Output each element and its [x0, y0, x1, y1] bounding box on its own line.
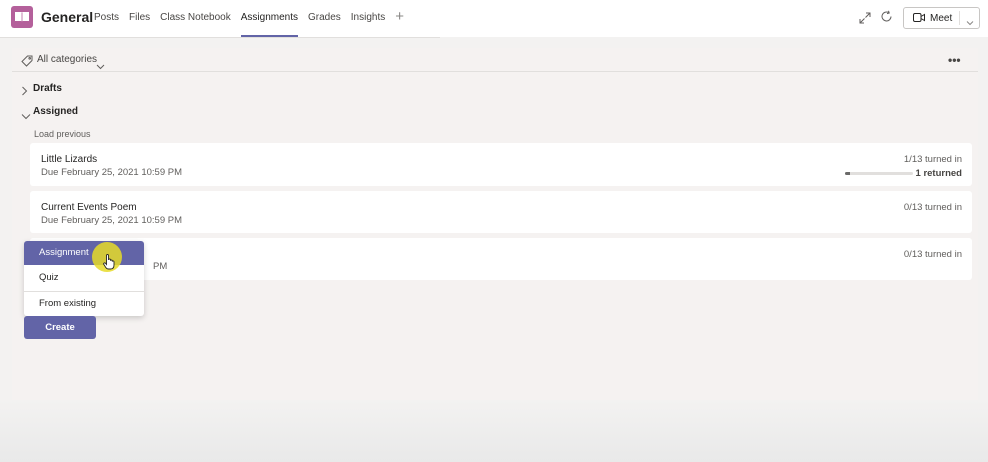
- turned-in-count: 0/13 turned in: [903, 249, 962, 260]
- assignment-due-date: Due February 25, 2021 10:59 PM: [41, 215, 183, 226]
- assignment-title: Little Lizards: [41, 154, 98, 165]
- returned-count: 1 returned: [915, 168, 962, 179]
- video-camera-icon: [913, 9, 925, 27]
- expand-icon[interactable]: [859, 11, 871, 29]
- assignment-title: Current Events Poem: [41, 202, 137, 213]
- team-avatar-icon[interactable]: [11, 6, 33, 28]
- turned-in-progress-bar: [845, 172, 913, 175]
- assignment-card[interactable]: Little Lizards Due February 25, 2021 10:…: [30, 143, 972, 186]
- chevron-down-icon[interactable]: [96, 57, 105, 75]
- tab-grades[interactable]: Grades: [308, 0, 341, 37]
- tab-bar: Posts Files Class Notebook Assignments G…: [94, 0, 404, 37]
- chevron-right-icon[interactable]: [21, 83, 28, 101]
- assignment-due-date: Due February 25, 2021 10:59 PM: [41, 167, 183, 178]
- assignment-due-date: PM: [153, 261, 168, 272]
- section-assigned[interactable]: Assigned: [33, 106, 78, 117]
- tab-files[interactable]: Files: [129, 0, 150, 37]
- chevron-down-icon[interactable]: [966, 13, 974, 31]
- tab-posts[interactable]: Posts: [94, 0, 119, 37]
- meet-button[interactable]: Meet: [903, 7, 980, 29]
- meet-divider: [959, 11, 960, 25]
- team-title: General: [41, 9, 94, 25]
- chevron-down-icon[interactable]: [21, 107, 31, 125]
- section-drafts[interactable]: Drafts: [33, 83, 62, 94]
- create-menu: Assignment Quiz From existing: [24, 241, 144, 316]
- assignments-panel: All categories ••• Drafts Assigned Load …: [12, 48, 978, 448]
- tab-assignments[interactable]: Assignments: [240, 0, 299, 37]
- bottom-fade: [0, 400, 988, 462]
- header-divider: [0, 37, 440, 38]
- create-menu-item-from-existing[interactable]: From existing: [24, 292, 144, 316]
- create-button[interactable]: Create: [24, 316, 96, 339]
- assignment-card[interactable]: PM 0/13 turned in: [30, 238, 972, 280]
- create-menu-item-quiz[interactable]: Quiz: [24, 266, 144, 290]
- refresh-icon[interactable]: [880, 10, 893, 28]
- plus-icon[interactable]: +: [395, 0, 404, 37]
- more-options-icon[interactable]: •••: [948, 53, 961, 67]
- turned-in-count: 1/13 turned in: [903, 154, 962, 165]
- load-previous-link[interactable]: Load previous: [34, 129, 91, 139]
- turned-in-count: 0/13 turned in: [903, 202, 962, 213]
- tag-icon: [21, 54, 33, 72]
- category-filter-dropdown[interactable]: All categories: [37, 54, 97, 65]
- create-menu-item-assignment[interactable]: Assignment: [24, 241, 144, 265]
- assignment-card[interactable]: Current Events Poem Due February 25, 202…: [30, 191, 972, 233]
- tab-insights[interactable]: Insights: [351, 0, 385, 37]
- tab-class-notebook[interactable]: Class Notebook: [160, 0, 231, 37]
- category-filter-bar: All categories •••: [12, 48, 978, 72]
- meet-label: Meet: [930, 12, 953, 24]
- app-header: General Posts Files Class Notebook Assig…: [0, 0, 988, 38]
- progress-fill: [845, 172, 851, 175]
- hand-pointer-icon: [103, 254, 115, 275]
